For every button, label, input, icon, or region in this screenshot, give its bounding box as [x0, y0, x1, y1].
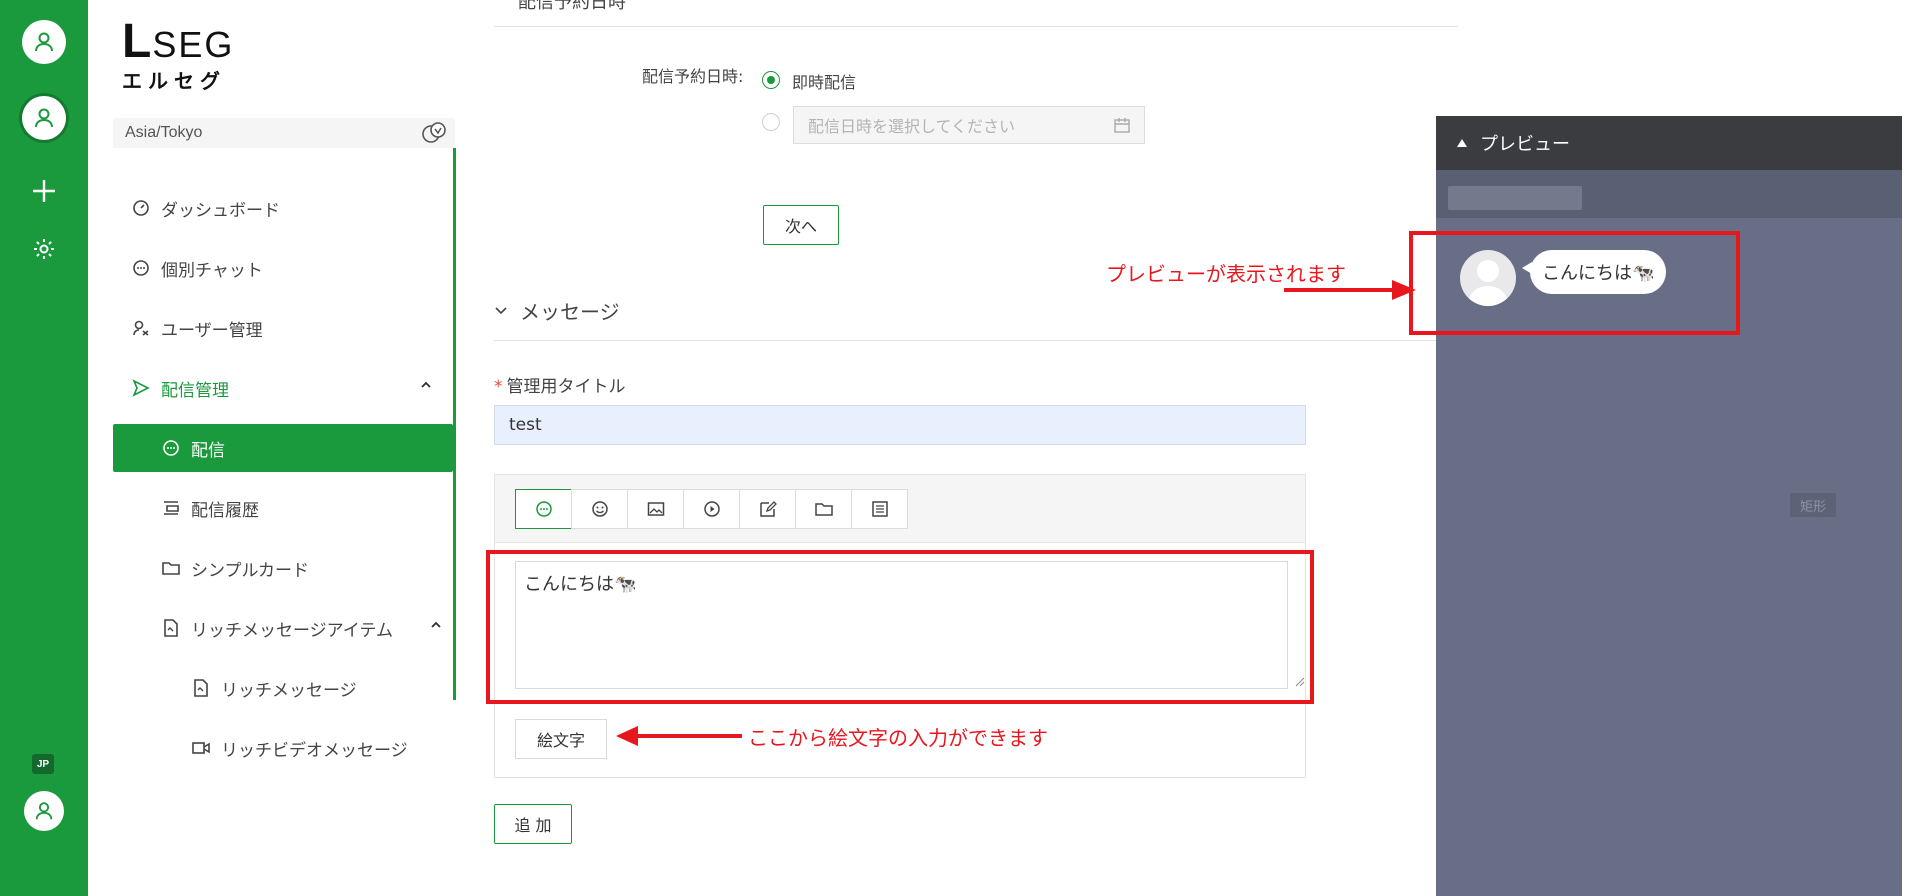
sidebar: LSEG エルセグ Asia/Tokyo ダッシュボード 個別チャット ユーザー…	[88, 0, 458, 896]
video-icon	[189, 736, 213, 760]
sidebar-item-rich-message[interactable]: リッチメッセージ	[113, 664, 453, 712]
sidebar-item-label: シンプルカード	[191, 560, 309, 581]
sidebar-item-rich-message-items[interactable]: リッチメッセージアイテム	[113, 604, 453, 652]
message-section-title: メッセージ	[520, 300, 620, 324]
video-tool[interactable]	[683, 489, 740, 529]
emoji-button[interactable]: 絵文字	[515, 719, 607, 759]
sidebar-item-label: 配信	[191, 440, 225, 461]
chat-icon	[159, 436, 183, 460]
preview-name-field	[1448, 186, 1582, 210]
chevron-down-icon	[495, 306, 507, 314]
divider	[494, 340, 1458, 341]
date-placeholder: 配信日時を選択してください	[808, 117, 1016, 136]
folder-tool[interactable]	[795, 489, 852, 529]
message-section-header[interactable]: メッセージ	[494, 296, 620, 325]
video-icon	[703, 501, 720, 517]
emoji-annotation-note: ここから絵文字の入力ができます	[748, 726, 1048, 750]
image-tool[interactable]	[627, 489, 684, 529]
gear-icon	[34, 239, 54, 259]
file-icon	[159, 616, 183, 640]
add-button[interactable]: 追 加	[494, 804, 572, 844]
sidebar-item-label: ユーザー管理	[161, 320, 263, 341]
triangle-up-icon	[1457, 139, 1467, 147]
annotation-frame-preview	[1409, 231, 1740, 335]
brand-logo: LSEG エルセグ	[122, 18, 235, 94]
language-badge[interactable]: JP	[32, 754, 54, 774]
add-channel-button[interactable]	[26, 173, 62, 209]
logo-text: SEG	[152, 24, 235, 65]
message-type-toolbar	[495, 475, 1305, 543]
sidebar-item-label: 個別チャット	[161, 260, 263, 281]
required-mark: *	[494, 377, 503, 397]
chevron-up-icon	[421, 381, 431, 388]
schedule-date-input[interactable]: 配信日時を選択してください	[793, 106, 1145, 144]
schedule-label: 配信予約日時:	[642, 67, 744, 86]
left-rail: JP	[0, 0, 88, 896]
sidebar-item-label: リッチメッセージ	[221, 680, 357, 701]
sidebar-item-delivery-history[interactable]: 配信履歴	[113, 484, 453, 532]
chat-icon	[129, 256, 153, 280]
sidebar-item-delivery-management[interactable]: 配信管理	[113, 364, 453, 412]
sticker-icon	[591, 501, 608, 517]
annotation-arrow-left-icon	[616, 726, 742, 746]
users-icon	[129, 316, 153, 340]
calendar-icon	[1114, 118, 1130, 133]
admin-title-text: 管理用タイトル	[506, 377, 626, 397]
edit-icon	[759, 501, 777, 517]
sidebar-item-chat[interactable]: 個別チャット	[113, 244, 453, 292]
folder-icon	[159, 556, 183, 580]
scheduled-radio[interactable]	[762, 113, 780, 131]
timezone-selector[interactable]: Asia/Tokyo	[113, 118, 455, 148]
sidebar-scroll-indicator	[453, 148, 456, 700]
admin-title-label: * 管理用タイトル	[494, 372, 626, 397]
sidebar-item-delivery[interactable]: 配信	[113, 424, 453, 472]
user-icon	[35, 802, 53, 820]
account-avatar[interactable]	[22, 20, 66, 64]
list-icon	[871, 501, 888, 517]
immediate-radio[interactable]	[762, 71, 780, 89]
edit-tool[interactable]	[739, 489, 796, 529]
user-profile-avatar[interactable]	[24, 791, 64, 831]
logo-letter: L	[122, 15, 153, 68]
sidebar-item-label: 配信管理	[161, 380, 229, 401]
logo-kana: エルセグ	[122, 69, 226, 93]
message-icon	[535, 501, 552, 517]
sidebar-item-users[interactable]: ユーザー管理	[113, 304, 453, 352]
sidebar-item-dashboard[interactable]: ダッシュボード	[113, 184, 453, 232]
dashboard-icon	[129, 196, 153, 220]
settings-button[interactable]	[26, 231, 62, 267]
preview-title: プレビュー	[1480, 134, 1570, 155]
sidebar-item-simple-card[interactable]: シンプルカード	[113, 544, 453, 592]
user-icon	[35, 32, 53, 52]
admin-title-input[interactable]: test	[494, 405, 1306, 445]
annotation-arrow-right-icon	[1284, 280, 1416, 300]
main-content: 配信予約日時 配信予約日時: 即時配信 配信日時を選択してください 次へ メッセ…	[458, 0, 1458, 896]
sidebar-item-rich-video-message[interactable]: リッチビデオメッセージ	[113, 724, 453, 772]
chevron-up-icon	[431, 621, 441, 628]
sidebar-item-label: リッチメッセージアイテム	[191, 620, 393, 641]
image-icon	[647, 502, 664, 516]
divider	[494, 26, 1458, 27]
text-message-tool[interactable]	[515, 489, 572, 529]
preview-header[interactable]: プレビュー	[1436, 116, 1902, 170]
immediate-label: 即時配信	[792, 73, 857, 92]
folder-icon	[814, 503, 833, 516]
sidebar-item-label: 配信履歴	[191, 500, 259, 521]
schedule-section-title: 配信予約日時	[518, 0, 626, 13]
shape-label: 矩形	[1790, 493, 1836, 517]
sidebar-item-label: ダッシュボード	[161, 200, 280, 221]
send-icon	[129, 376, 153, 400]
user-icon	[35, 108, 53, 128]
channel-avatar-active[interactable]	[22, 96, 66, 140]
timezone-label: Asia/Tokyo	[125, 124, 203, 141]
list-tool[interactable]	[851, 489, 908, 529]
file-icon	[189, 676, 213, 700]
next-button[interactable]: 次へ	[763, 205, 839, 245]
sidebar-item-label: リッチビデオメッセージ	[221, 740, 408, 761]
annotation-frame-textarea	[486, 550, 1314, 704]
globe-icon	[422, 122, 446, 143]
plus-icon	[33, 180, 55, 202]
history-icon	[159, 496, 183, 520]
sticker-tool[interactable]	[571, 489, 628, 529]
